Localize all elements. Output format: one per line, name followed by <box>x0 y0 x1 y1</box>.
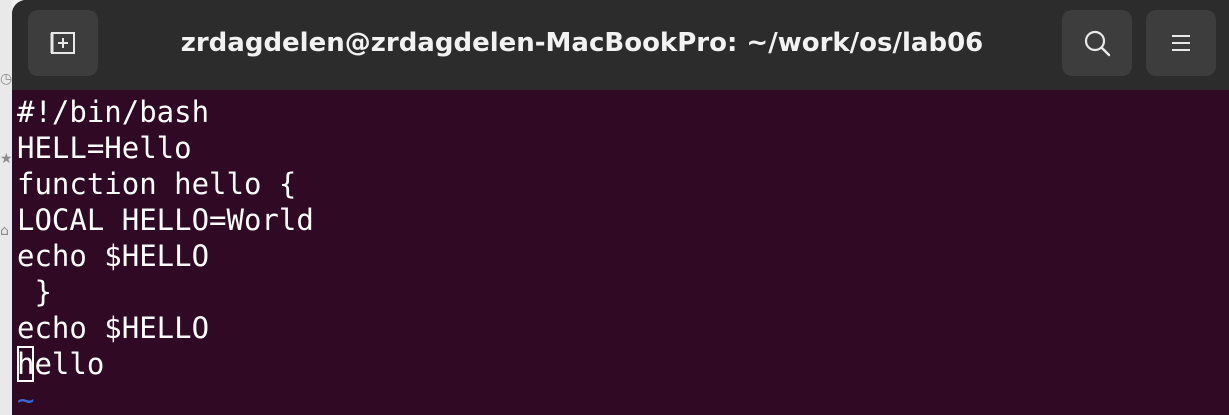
editor-buffer[interactable]: #!/bin/bash HELL=Hello function hello { … <box>17 94 314 415</box>
new-tab-icon <box>50 32 75 54</box>
star-icon: ★ <box>0 152 12 166</box>
editor-line: LOCAL HELLO=World <box>17 203 314 237</box>
hamburger-menu-icon <box>1172 35 1190 51</box>
terminal-window: zrdagdelen@zrdagdelen-MacBookPro: ~/work… <box>12 0 1229 415</box>
editor-line: HELL=Hello <box>17 131 192 165</box>
search-button[interactable] <box>1062 10 1132 76</box>
editor-line: echo $HELLO <box>17 239 210 273</box>
empty-line-marker: ~ <box>17 383 35 415</box>
editor-line: function hello { <box>17 167 297 201</box>
editor-line-with-cursor: hello <box>17 346 314 382</box>
text-cursor: h <box>17 346 35 382</box>
terminal-content-area[interactable]: #!/bin/bash HELL=Hello function hello { … <box>12 90 1229 415</box>
home-icon: ⌂ <box>0 224 9 238</box>
title-bar: zrdagdelen@zrdagdelen-MacBookPro: ~/work… <box>12 0 1229 90</box>
clock-icon: ◷ <box>0 72 12 86</box>
editor-line: #!/bin/bash <box>17 95 210 129</box>
editor-line: echo $HELLO <box>17 311 210 345</box>
new-tab-button[interactable] <box>28 10 98 76</box>
search-icon <box>1084 30 1111 57</box>
window-title: zrdagdelen@zrdagdelen-MacBookPro: ~/work… <box>180 28 984 58</box>
editor-line: } <box>17 275 52 309</box>
desktop-background-strip: ◷ ★ ⌂ <box>0 0 12 415</box>
cursor-line-rest: ello <box>34 347 105 381</box>
main-menu-button[interactable] <box>1146 10 1216 76</box>
